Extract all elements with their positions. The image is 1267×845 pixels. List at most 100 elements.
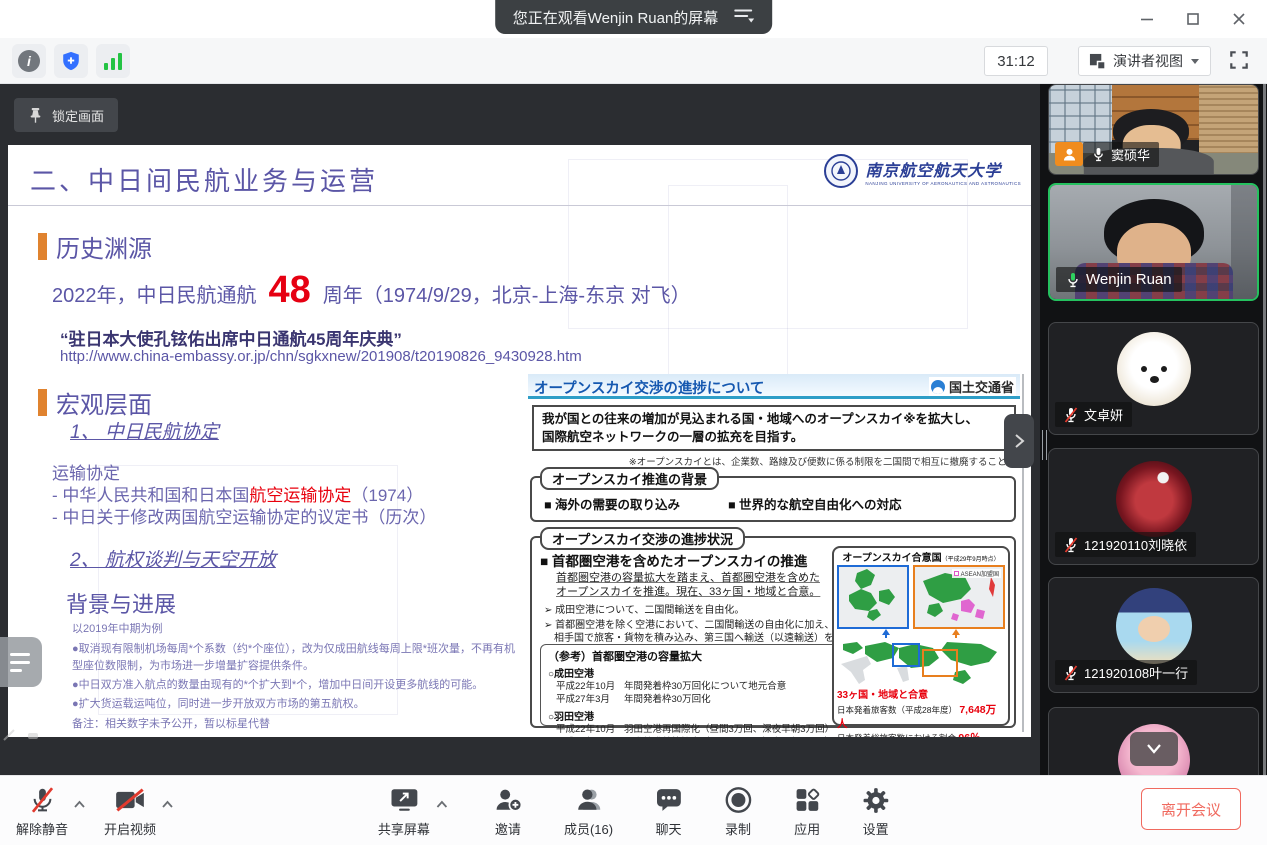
view-mode-button[interactable]: 演讲者视图 (1078, 46, 1211, 76)
scroll-participants-button[interactable] (1130, 732, 1178, 766)
chat-icon (655, 787, 682, 813)
jp-status-box: オープンスカイ交渉の進捗状況 ■ 首都圏空港を含めたオープンスカイの推進 首都圏… (530, 536, 1016, 728)
video-options-button[interactable] (161, 796, 174, 814)
title-divider (8, 205, 1031, 206)
map-stat-passengers-label: 日本発着旅客数（平成28年度） (837, 705, 957, 715)
lock-view-button[interactable]: 锁定画面 (14, 98, 118, 132)
members-icon (575, 787, 603, 813)
participant-name: 文卓妍 (1084, 405, 1123, 424)
map-stat-share-label: 日本発着総旅客数における割合 (837, 733, 956, 737)
jp-background-item-2: ■ 世界的な航空自由化への対応 (728, 494, 902, 513)
participant-name: 窦硕华 (1111, 145, 1150, 164)
europe-map (837, 565, 909, 629)
gear-icon (862, 787, 889, 814)
mic-muted-icon (1064, 537, 1078, 553)
table-row: 平成26年3月国際線発着枠拡大（昼間6万回、深夜早朝3万回） (548, 736, 836, 737)
jp-background-heading: オープンスカイ推進の背景 (540, 467, 719, 490)
chevron-down-icon (1190, 58, 1200, 65)
row-date: 平成22年10月 (548, 680, 624, 693)
map-stat-agreements: 33ヶ国・地域と合意 (837, 689, 1005, 703)
participant-tile[interactable]: 文卓妍 (1048, 322, 1259, 435)
asean-legend-label: ASEAN加盟国 (961, 569, 999, 578)
row-desc: 年間発着枠30万回化について地元合意 (624, 680, 786, 693)
section-macro: 宏观层面 (38, 385, 152, 420)
share-screen-button[interactable]: 共享屏幕 (378, 786, 430, 838)
jp-lead-box: 我が国との往来の増加が見込まれる国・地域へのオープンスカイ※を拡大し、 国際航空… (532, 405, 1016, 451)
hide-sidebar-button[interactable] (1004, 414, 1034, 468)
info-icon: i (18, 50, 40, 72)
unmute-button[interactable]: 解除静音 (16, 786, 68, 838)
participant-tile[interactable] (1048, 707, 1259, 775)
map-stat-share-value: 96％ (958, 732, 980, 737)
asean-legend-swatch (954, 571, 959, 576)
annotation-pen-tools[interactable] (2, 728, 40, 742)
mic-speaking-icon (1066, 272, 1080, 288)
record-label: 录制 (725, 819, 751, 838)
avatar (1116, 588, 1192, 664)
section-marker (38, 389, 47, 416)
shield-plus-icon (60, 50, 82, 72)
sidebar-resize-handle[interactable] (1042, 430, 1047, 460)
control-bar: 解除静音 开启视频 共享屏幕 (0, 775, 1267, 845)
apps-button[interactable]: 应用 (794, 786, 820, 838)
jp-status-bullet-1: ➢ 成田空港について、二国間輸送を自由化。 (544, 601, 744, 616)
sidebar-scrollbar[interactable] (1263, 84, 1266, 775)
members-button[interactable]: 成员(16) (564, 786, 613, 838)
asia-map: ASEAN加盟国 (913, 565, 1005, 629)
minimize-icon[interactable] (1127, 4, 1167, 34)
mic-muted-icon (1064, 665, 1078, 681)
participant-tile[interactable]: 121920108叶一行 (1048, 577, 1259, 693)
maximize-icon[interactable] (1173, 4, 1213, 34)
list-icon (10, 669, 22, 672)
host-badge (1055, 142, 1083, 166)
invite-button[interactable]: 邀请 (494, 786, 522, 838)
jp-background-item-1: ■ 海外の需要の取り込み (544, 494, 680, 513)
participants-sidebar: 窦硕华 Wenjin Ruan (1040, 84, 1267, 775)
row-date: 平成22年10月 (548, 723, 624, 736)
agreement-line-2: - 中日关于修改两国航空运输协定的议定书（历次） (52, 503, 436, 528)
row-desc: 羽田空港再国際化（昼間3万回、深夜早朝3万回） (624, 723, 834, 736)
section-macro-heading: 宏观层面 (56, 385, 152, 420)
leave-meeting-button[interactable]: 离开会议 (1141, 788, 1241, 830)
anniversary-pre: 2022年，中日民航通航 (52, 279, 257, 308)
jp-status-subheading: ■ 首都圏空港を含めたオープンスカイの推進 (540, 550, 807, 570)
jp-document: オープンスカイ交渉の進捗について 国土交通省 我が国との往来の増加が見込まれる国… (528, 374, 1024, 732)
progress-bullet-1: ●取消现有限制机场每周*个系数（约*个座位），改为仅成田航线每周上限*班次量，不… (72, 641, 516, 674)
window-controls (1127, 4, 1259, 34)
video-background (1199, 85, 1258, 160)
start-video-label: 开启视频 (104, 819, 156, 838)
fullscreen-button[interactable] (1228, 49, 1252, 73)
audio-options-button[interactable] (73, 796, 86, 814)
jp-status-body-2: オープンスカイを推進。現在、33ヶ国・地域と合意。 (556, 583, 820, 599)
annotation-tools-button[interactable] (0, 637, 42, 687)
jp-doc-titlebar: オープンスカイ交渉の進捗について 国土交通省 (528, 374, 1020, 399)
progress-bullet-2: ●中日双方准入航点的数量由现有的*个扩大到*个，增加中日间开设更多航线的可能。 (72, 677, 516, 694)
embassy-url: http://www.china-embassy.or.jp/chn/sgkxn… (60, 348, 582, 365)
share-options-menu-icon[interactable] (734, 8, 754, 27)
security-button[interactable] (54, 44, 88, 78)
chevron-down-icon (1144, 742, 1164, 756)
pen-icon (2, 728, 16, 742)
meeting-info-button[interactable]: i (12, 44, 46, 78)
participant-tile-active-speaker[interactable]: Wenjin Ruan (1048, 183, 1259, 301)
jp-lead-line-2: 国際航空ネットワークの一層の拡充を目指す。 (542, 428, 1006, 446)
mlit-agency: 国土交通省 (929, 377, 1016, 396)
fullscreen-icon (1228, 49, 1250, 71)
record-button[interactable]: 录制 (724, 786, 752, 838)
chat-button[interactable]: 聊天 (655, 786, 682, 838)
share-options-button[interactable] (435, 796, 448, 814)
mlit-agency-name: 国土交通省 (949, 377, 1014, 396)
network-status-button[interactable] (96, 44, 130, 78)
chevron-up-icon (73, 800, 86, 809)
mlit-logo-icon (931, 380, 945, 394)
close-icon[interactable] (1219, 4, 1259, 34)
chevron-right-icon (1012, 432, 1026, 450)
haneda-heading: ○羽田空港 (548, 708, 836, 723)
anniversary-line: 2022年，中日民航通航 48 周年（1974/9/29，北京-上海-东京 对飞… (52, 269, 691, 312)
start-video-button[interactable]: 开启视频 (104, 786, 156, 838)
chat-label: 聊天 (656, 819, 682, 838)
settings-button[interactable]: 设置 (862, 786, 889, 838)
participant-tile[interactable]: 121920110刘晓依 (1048, 448, 1259, 565)
progress-note: 备注：相关数字未予公开，暂以标星代替 (72, 716, 270, 733)
participant-tile[interactable]: 窦硕华 (1048, 84, 1259, 175)
